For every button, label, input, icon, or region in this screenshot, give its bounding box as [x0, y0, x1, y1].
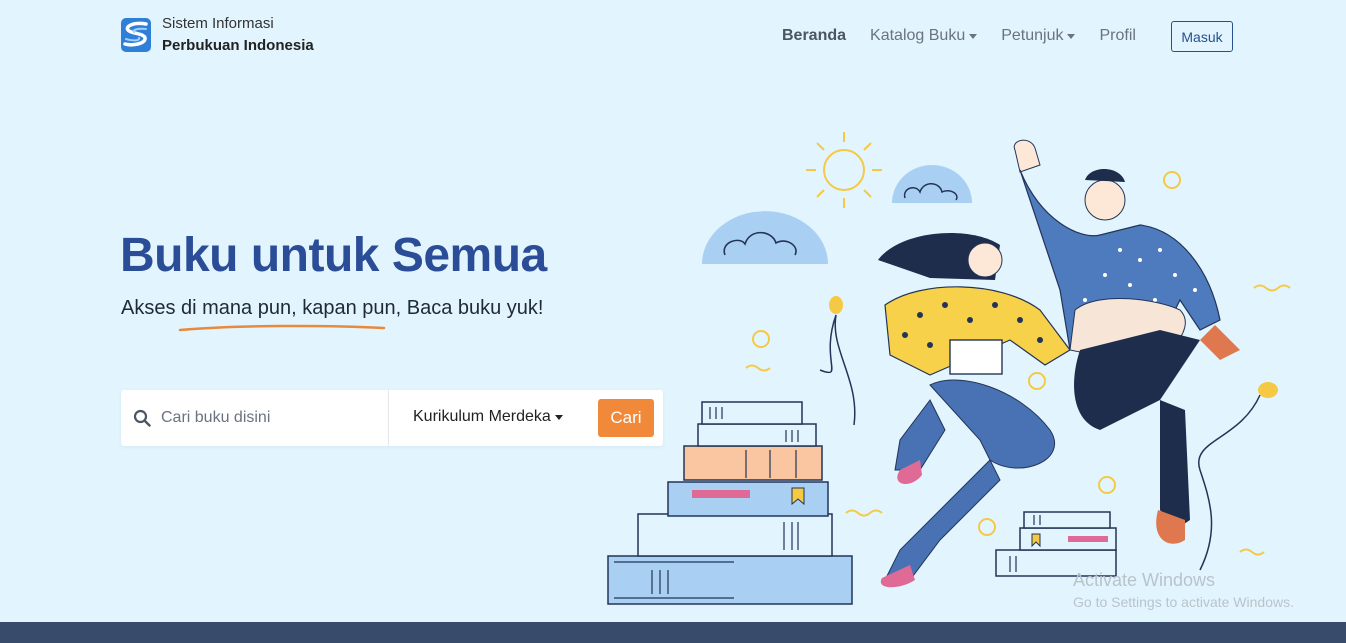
brand-line2: Perbukuan Indonesia: [162, 37, 314, 54]
search-divider: [388, 390, 389, 446]
nav-beranda[interactable]: Beranda: [782, 27, 846, 45]
caret-down-icon: [1067, 33, 1076, 39]
nav-label: Katalog Buku: [870, 27, 966, 44]
caret-down-icon: [554, 414, 563, 420]
main-nav: Beranda Katalog Buku Petunjuk Profil: [782, 22, 1160, 50]
sun-icon: [806, 132, 882, 208]
footer-bar: [0, 622, 1346, 643]
search-input[interactable]: [161, 402, 381, 434]
watermark-title: Activate Windows: [1073, 570, 1216, 590]
caret-down-icon: [969, 33, 978, 39]
nav-profil[interactable]: Profil: [1099, 27, 1135, 45]
nav-label: Petunjuk: [1001, 27, 1064, 44]
search-icon: [133, 409, 151, 427]
brand-line1: Sistem Informasi: [162, 15, 274, 32]
watermark-subtitle: Go to Settings to activate Windows.: [1073, 594, 1294, 610]
book-stack: [995, 511, 1117, 577]
underline-swash: [178, 324, 386, 332]
curriculum-selected-label: Kurikulum Merdeka: [413, 408, 551, 425]
nav-label: Profil: [1099, 27, 1136, 44]
nav-label: Beranda: [782, 27, 847, 44]
nav-petunjuk[interactable]: Petunjuk: [1001, 27, 1076, 45]
site-logo[interactable]: Sistem Informasi Perbukuan Indonesia: [120, 13, 314, 57]
hero-title: Buku untuk Semua: [120, 229, 547, 282]
stacked-s-logo-icon: [121, 18, 151, 52]
book-stack: [607, 401, 853, 605]
search-bar: Kurikulum Merdeka Cari: [121, 390, 663, 446]
hero-subtitle: Akses di mana pun, kapan pun, Baca buku …: [121, 297, 544, 319]
reading-people-illustration: [607, 132, 1291, 605]
login-button[interactable]: Masuk: [1171, 21, 1233, 52]
cloud-icon: [892, 165, 972, 203]
nav-katalog-buku[interactable]: Katalog Buku: [870, 27, 978, 45]
curriculum-select[interactable]: Kurikulum Merdeka: [413, 408, 563, 426]
windows-activation-watermark: Activate Windows Go to Settings to activ…: [1073, 570, 1294, 610]
cloud-icon: [702, 211, 828, 264]
